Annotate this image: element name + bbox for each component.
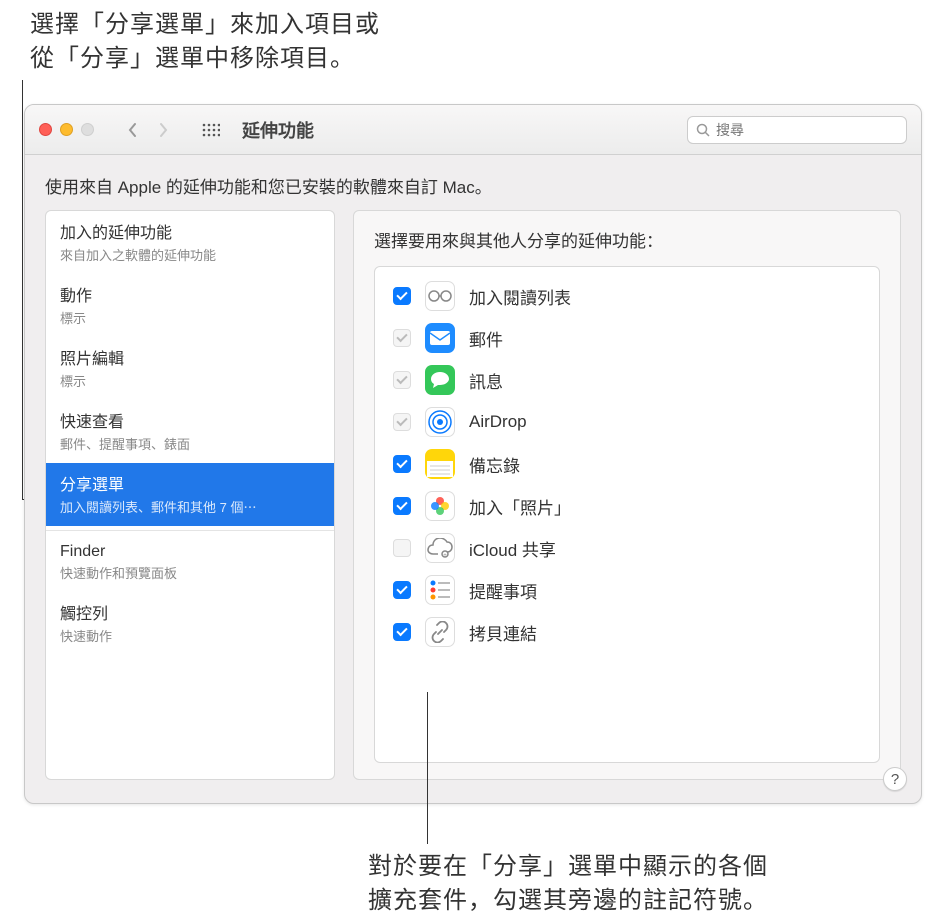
- sidebar-item-share-menu[interactable]: 分享選單 加入閱讀列表、郵件和其他 7 個⋯: [46, 463, 334, 526]
- extension-checkbox: [393, 413, 411, 431]
- sidebar-item-sub: 郵件、提醒事項、錶面: [60, 434, 320, 453]
- extension-row: 加入閱讀列表: [375, 275, 879, 317]
- extension-checkbox[interactable]: [393, 455, 411, 473]
- extension-checkbox[interactable]: [393, 623, 411, 641]
- sidebar-item-sub: 快速動作和預覽面板: [60, 563, 320, 582]
- extension-label: 拷貝連結: [469, 620, 537, 645]
- sidebar-item-sub: 加入閱讀列表、郵件和其他 7 個⋯: [60, 497, 320, 516]
- nav-buttons: [118, 118, 178, 142]
- sidebar-item-label: 分享選單: [60, 471, 320, 495]
- extensions-list: 加入閱讀列表郵件訊息 AirDrop 備忘錄加入「照片」 + iCloud 共享提醒事項…: [374, 266, 880, 763]
- sidebar-item-added-extensions[interactable]: 加入的延伸功能 來自加入之軟體的延伸功能: [46, 211, 334, 274]
- extension-row: 加入「照片」: [375, 485, 879, 527]
- sidebar-item-label: 快速查看: [60, 408, 320, 432]
- sidebar-item-finder[interactable]: Finder 快速動作和預覽面板: [46, 535, 334, 592]
- extension-row: 提醒事項: [375, 569, 879, 611]
- help-button[interactable]: ?: [883, 767, 907, 791]
- sidebar-item-label: Finder: [60, 543, 320, 561]
- callout-line: [22, 80, 23, 500]
- extension-label: 備忘錄: [469, 452, 520, 477]
- traffic-lights: [39, 123, 94, 136]
- sidebar-item-sub: 快速動作: [60, 626, 320, 645]
- subtitle: 使用來自 Apple 的延伸功能和您已安裝的軟體來自訂 Mac。: [25, 155, 921, 210]
- titlebar: 延伸功能: [25, 105, 921, 155]
- callout-line: [427, 692, 428, 844]
- extension-label: 訊息: [469, 368, 503, 393]
- extension-row: AirDrop: [375, 401, 879, 443]
- extension-label: iCloud 共享: [469, 536, 556, 561]
- svg-text:+: +: [443, 553, 447, 558]
- sidebar-item-label: 觸控列: [60, 600, 320, 624]
- show-all-button[interactable]: [196, 118, 226, 142]
- callout-bottom: 對於要在「分享」選單中顯示的各個擴充套件，勾選其旁邊的註記符號。: [368, 850, 768, 917]
- extension-checkbox[interactable]: [393, 497, 411, 515]
- close-button[interactable]: [39, 123, 52, 136]
- forward-button[interactable]: [148, 118, 178, 142]
- main-panel: 選擇要用來與其他人分享的延伸功能： 加入閱讀列表郵件訊息 AirDrop 備忘錄加入…: [353, 210, 901, 780]
- search-field[interactable]: [687, 116, 907, 144]
- photos-icon: [425, 491, 455, 521]
- glasses-icon: [425, 281, 455, 311]
- extension-checkbox[interactable]: [393, 581, 411, 599]
- sidebar-item-sub: 標示: [60, 308, 320, 327]
- preferences-window: 延伸功能 使用來自 Apple 的延伸功能和您已安裝的軟體來自訂 Mac。 加入…: [24, 104, 922, 804]
- mail-icon: [425, 323, 455, 353]
- extension-row: 郵件: [375, 317, 879, 359]
- extension-row: 備忘錄: [375, 443, 879, 485]
- notes-icon: [425, 449, 455, 479]
- sidebar-item-label: 照片編輯: [60, 345, 320, 369]
- sidebar-item-label: 動作: [60, 282, 320, 306]
- window-title: 延伸功能: [242, 117, 314, 143]
- extension-label: 提醒事項: [469, 578, 537, 603]
- extension-checkbox: [393, 371, 411, 389]
- sidebar-item-photo-editing[interactable]: 照片編輯 標示: [46, 337, 334, 400]
- minimize-button[interactable]: [60, 123, 73, 136]
- main-title: 選擇要用來與其他人分享的延伸功能：: [374, 227, 880, 252]
- sidebar-item-sub: 來自加入之軟體的延伸功能: [60, 245, 320, 264]
- callout-top: 選擇「分享選單」來加入項目或從「分享」選單中移除項目。: [30, 8, 380, 75]
- divider: [46, 530, 334, 531]
- messages-icon: [425, 365, 455, 395]
- sidebar-item-touchbar[interactable]: 觸控列 快速動作: [46, 592, 334, 655]
- back-button[interactable]: [118, 118, 148, 142]
- extension-checkbox: [393, 329, 411, 347]
- extension-label: 加入「照片」: [469, 494, 571, 519]
- extension-row: 訊息: [375, 359, 879, 401]
- extension-label: 郵件: [469, 326, 503, 351]
- content-area: 加入的延伸功能 來自加入之軟體的延伸功能 動作 標示 照片編輯 標示 快速查看 …: [25, 210, 921, 798]
- extension-checkbox: [393, 539, 411, 557]
- sidebar: 加入的延伸功能 來自加入之軟體的延伸功能 動作 標示 照片編輯 標示 快速查看 …: [45, 210, 335, 780]
- airdrop-icon: [425, 407, 455, 437]
- reminders-icon: [425, 575, 455, 605]
- extension-row: 拷貝連結: [375, 611, 879, 653]
- search-input[interactable]: [716, 122, 898, 138]
- sidebar-item-sub: 標示: [60, 371, 320, 390]
- extension-checkbox[interactable]: [393, 287, 411, 305]
- extension-row: + iCloud 共享: [375, 527, 879, 569]
- search-icon: [696, 123, 710, 137]
- extension-label: 加入閱讀列表: [469, 284, 571, 309]
- extension-label: AirDrop: [469, 412, 527, 432]
- sidebar-item-actions[interactable]: 動作 標示: [46, 274, 334, 337]
- link-icon: [425, 617, 455, 647]
- zoom-button: [81, 123, 94, 136]
- sidebar-item-label: 加入的延伸功能: [60, 219, 320, 243]
- sidebar-item-quick-look[interactable]: 快速查看 郵件、提醒事項、錶面: [46, 400, 334, 463]
- icloud-share-icon: +: [425, 533, 455, 563]
